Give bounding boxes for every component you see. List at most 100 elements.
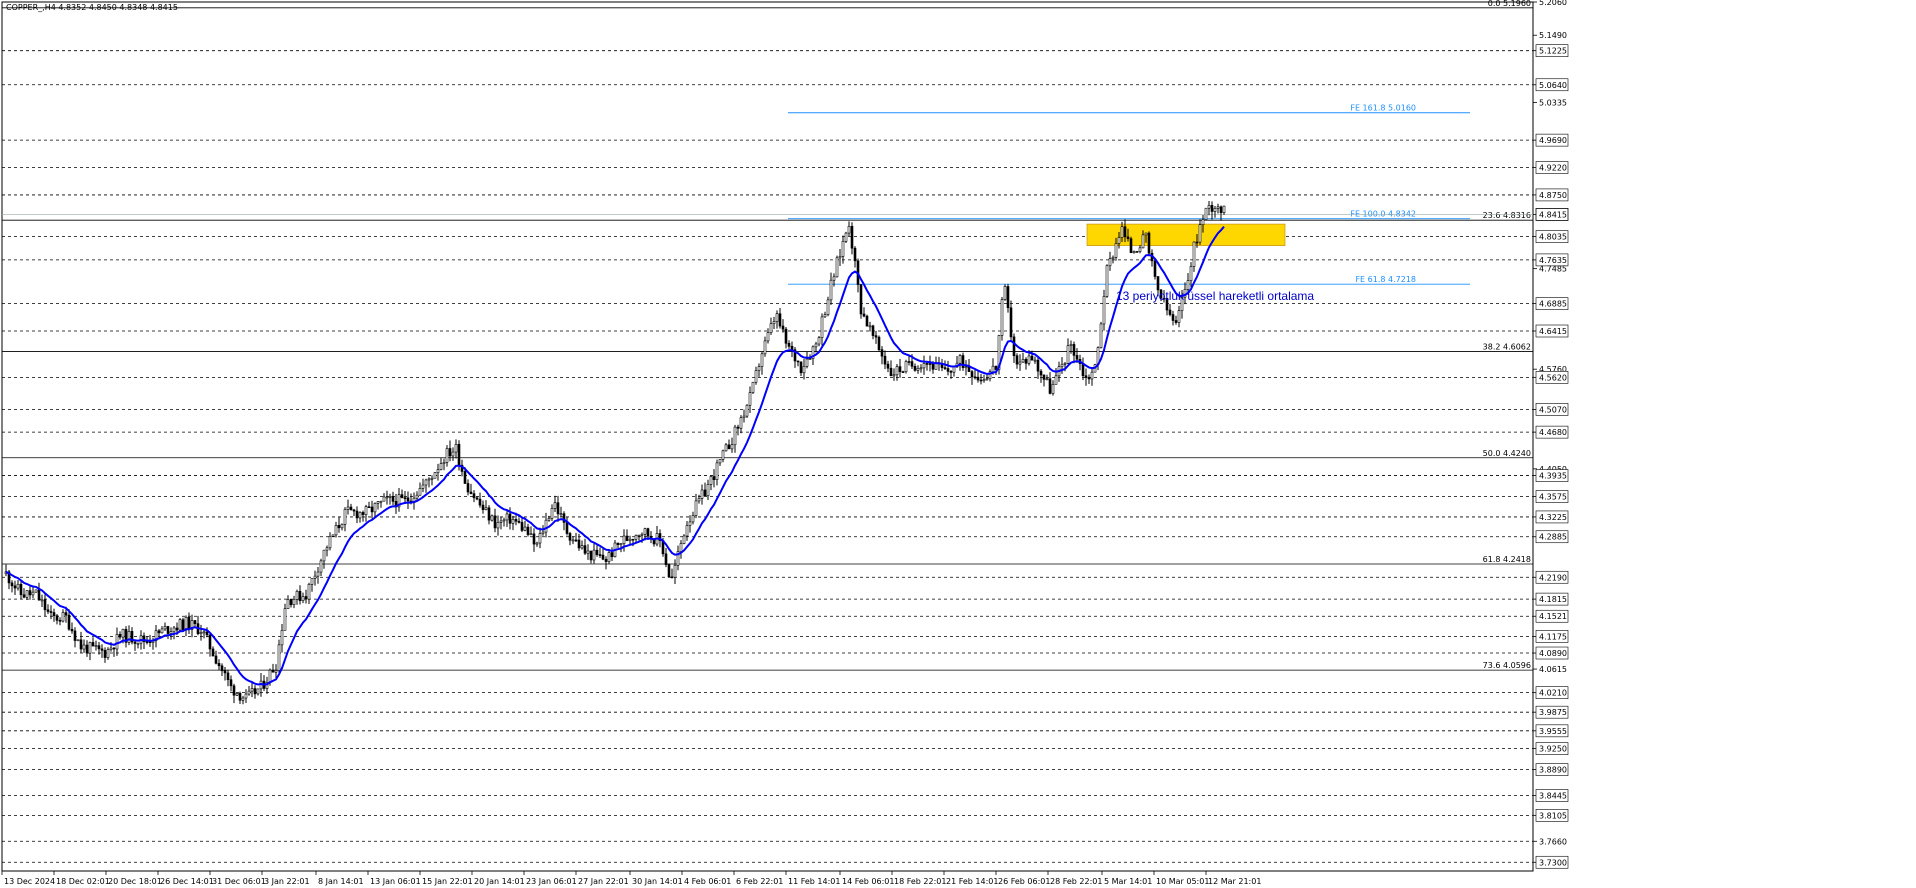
- x-tick-label-2: 20 Dec 18:01: [108, 877, 162, 886]
- candle-body: [784, 328, 788, 344]
- candle-body: [754, 370, 758, 383]
- candle-body: [91, 642, 95, 647]
- candle-body: [364, 506, 368, 515]
- candle-body: [244, 693, 248, 699]
- candle-body: [589, 550, 593, 561]
- candle-body: [1084, 375, 1088, 378]
- candle-body: [1201, 219, 1205, 226]
- y-tick-label-33: 3.8890: [1539, 766, 1567, 775]
- candle-body: [136, 642, 140, 645]
- y-tick-label-27: 4.0890: [1539, 649, 1567, 658]
- y-tick-label-36: 3.7660: [1539, 837, 1567, 846]
- candle-body: [58, 620, 62, 622]
- candle-body: [826, 299, 830, 315]
- candle-body: [919, 367, 923, 370]
- candle-body: [859, 284, 863, 315]
- candle-body: [1030, 355, 1034, 361]
- y-tick-label-31: 3.9555: [1539, 727, 1567, 736]
- candle-body: [1051, 384, 1055, 394]
- candle-body: [1075, 355, 1079, 360]
- candle-body: [199, 632, 203, 635]
- candle-body: [610, 552, 614, 557]
- candle-body: [913, 365, 917, 371]
- candle-body: [604, 558, 608, 562]
- candle-body: [28, 590, 32, 596]
- candle-body: [202, 631, 206, 634]
- x-tick-label-23: 12 Mar 21:01: [1208, 877, 1261, 886]
- candle-body: [646, 528, 650, 537]
- candle-body: [907, 361, 911, 363]
- candle-body: [1117, 237, 1121, 244]
- candle-body: [538, 533, 542, 544]
- x-tick-label-0: 13 Dec 2024: [4, 877, 55, 886]
- candle-body: [1144, 232, 1148, 236]
- fib-expansion-label-0: FE 161.8 5.0160: [1350, 104, 1416, 113]
- candle-body: [250, 688, 254, 692]
- candle-body: [871, 325, 875, 336]
- y-tick-label-35: 3.8105: [1539, 811, 1567, 820]
- candle-body: [1102, 296, 1106, 325]
- candle-body: [490, 515, 494, 521]
- candle-body: [436, 469, 440, 473]
- candle-body: [1081, 363, 1085, 377]
- candle-body: [943, 367, 947, 369]
- candle-body: [547, 518, 551, 521]
- candle-body: [418, 488, 422, 496]
- candle-body: [19, 583, 23, 596]
- candle-body: [469, 491, 473, 494]
- candle-body: [886, 363, 890, 369]
- candle-body: [970, 371, 974, 378]
- candle-body: [16, 583, 20, 589]
- candle-body: [730, 444, 734, 450]
- candle-body: [403, 497, 407, 499]
- candle-body: [1012, 336, 1016, 356]
- candle-body: [115, 634, 119, 650]
- candle-body: [559, 513, 563, 515]
- candle-body: [187, 616, 191, 630]
- candle-body: [268, 669, 272, 683]
- candle-body: [820, 316, 824, 339]
- candle-body: [1060, 363, 1064, 367]
- candle-body: [790, 345, 794, 350]
- candle-body: [628, 538, 632, 541]
- y-tick-label-12: 4.6885: [1539, 300, 1567, 309]
- y-tick-label-6: 4.9220: [1539, 164, 1567, 173]
- x-tick-label-15: 11 Feb 14:01: [788, 877, 840, 886]
- candle-body: [481, 504, 485, 510]
- candle-body: [1036, 359, 1040, 372]
- candle-body: [484, 507, 488, 510]
- candle-body: [1171, 314, 1175, 321]
- candle-body: [448, 448, 452, 457]
- y-tick-label-13: 4.6415: [1539, 327, 1567, 336]
- candle-body: [349, 506, 353, 511]
- candle-body: [1156, 276, 1160, 291]
- candle-body: [625, 535, 629, 541]
- candle-body: [511, 519, 515, 524]
- candle-body: [931, 363, 935, 370]
- candle-body: [382, 496, 386, 502]
- y-tick-label-16: 4.5070: [1539, 405, 1567, 414]
- candle-body: [532, 533, 536, 545]
- candle-body: [160, 628, 164, 634]
- candle-body: [85, 644, 89, 654]
- candle-body: [433, 472, 437, 479]
- candle-body: [667, 564, 671, 578]
- x-axis: 13 Dec 2024 18 Dec 02:0120 Dec 18:0126 De…: [1, 871, 1261, 886]
- candle-body: [337, 524, 341, 529]
- candle-body: [595, 549, 599, 555]
- candle-body: [304, 596, 308, 600]
- candle-body: [691, 515, 695, 523]
- candle-body: [706, 484, 710, 497]
- candle-body: [88, 642, 92, 654]
- candle-body: [916, 368, 920, 371]
- y-axis: 5.2060 5.1490 5.1225 5.0640 5.0335 4.9690 4.92…: [1533, 0, 1569, 869]
- x-tick-label-1: 18 Dec 02:01: [56, 877, 110, 886]
- x-tick-label-5: 3 Jan 22:01: [264, 877, 310, 886]
- price-chart[interactable]: 0.0 5.1960 23.6 4.8316 38.2 4.6062 50.0 4.4…: [0, 0, 1916, 888]
- candle-body: [772, 321, 776, 325]
- candle-body: [289, 599, 293, 606]
- candle-body: [760, 353, 764, 367]
- x-tick-label-19: 26 Feb 06:01: [998, 877, 1050, 886]
- candle-body: [1216, 206, 1220, 209]
- candle-body: [874, 335, 878, 338]
